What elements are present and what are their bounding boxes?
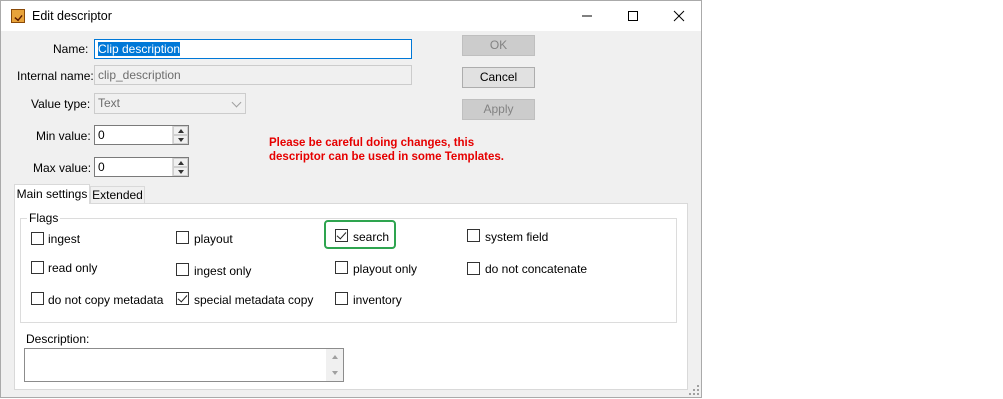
playout-only-label: playout only [353, 262, 418, 276]
minimize-button[interactable] [564, 1, 610, 31]
max-value-down-button[interactable] [173, 167, 188, 176]
max-value-up-button[interactable] [173, 158, 188, 167]
name-input[interactable]: Clip description [94, 39, 412, 59]
system-field-label: system field [485, 230, 549, 244]
min-value-stepper[interactable]: 0 [94, 125, 189, 145]
resize-grip-icon[interactable] [688, 384, 700, 396]
close-icon [673, 10, 685, 22]
scroll-up-icon [332, 355, 338, 359]
arrow-up-icon [178, 161, 184, 165]
special-metadata-copy-checkbox[interactable] [176, 292, 189, 305]
value-type-select[interactable]: Text [94, 93, 246, 114]
internal-name-input[interactable]: clip_description [94, 65, 412, 85]
minimize-icon [582, 15, 592, 17]
window-title: Edit descriptor [32, 9, 112, 23]
search-checkbox[interactable] [335, 229, 348, 242]
scroll-down-icon [332, 371, 338, 375]
tab-extended[interactable]: Extended [90, 186, 145, 204]
ingest-label: ingest [48, 232, 81, 246]
value-type-value: Text [98, 96, 121, 110]
do-not-copy-metadata-label: do not copy metadata [48, 293, 164, 307]
max-value-stepper[interactable]: 0 [94, 157, 189, 177]
chevron-down-icon [231, 97, 242, 108]
cancel-button[interactable]: Cancel [462, 67, 535, 88]
value-type-label: Value type: [31, 97, 91, 111]
close-button[interactable] [656, 1, 702, 31]
warning-line-2: descriptor can be used in some Templates… [269, 151, 504, 163]
do-not-copy-metadata-checkbox[interactable] [31, 292, 44, 305]
playout-checkbox[interactable] [176, 231, 189, 244]
playout-label: playout [194, 232, 233, 246]
ingest-only-label: ingest only [194, 264, 252, 278]
ok-button[interactable]: OK [462, 35, 535, 56]
max-value-label: Max value: [33, 161, 92, 175]
tab-main-settings[interactable]: Main settings [14, 184, 90, 204]
arrow-down-icon [178, 138, 184, 142]
name-label: Name: [53, 42, 89, 56]
arrow-down-icon [178, 170, 184, 174]
maximize-icon [628, 11, 638, 21]
inventory-label: inventory [353, 293, 402, 307]
min-value-value: 0 [98, 128, 105, 142]
name-input-value: Clip description [98, 42, 181, 56]
ingest-only-checkbox[interactable] [176, 263, 189, 276]
system-field-checkbox[interactable] [467, 229, 480, 242]
arrow-up-icon [178, 129, 184, 133]
ingest-checkbox[interactable] [31, 232, 44, 245]
apply-button[interactable]: Apply [462, 99, 535, 120]
internal-name-label: Internal name: [17, 69, 94, 83]
playout-only-checkbox[interactable] [335, 261, 348, 274]
description-scrollbar[interactable] [326, 349, 343, 381]
flags-group-label: Flags [27, 211, 61, 225]
do-not-concatenate-label: do not concatenate [485, 262, 588, 276]
title-bar[interactable]: Edit descriptor [1, 1, 701, 31]
maximize-button[interactable] [610, 1, 656, 31]
min-value-label: Min value: [36, 129, 91, 143]
inventory-checkbox[interactable] [335, 292, 348, 305]
do-not-concatenate-checkbox[interactable] [467, 262, 480, 275]
warning-line-1: Please be careful doing changes, this [269, 137, 475, 149]
warning-message: Please be careful doing changes, this de… [269, 136, 504, 164]
max-value-value: 0 [98, 160, 105, 174]
read-only-checkbox[interactable] [31, 261, 44, 274]
search-label: search [353, 230, 390, 244]
min-value-down-button[interactable] [173, 135, 188, 144]
description-textarea[interactable] [24, 348, 344, 382]
special-metadata-copy-label: special metadata copy [194, 293, 314, 307]
min-value-up-button[interactable] [173, 126, 188, 135]
read-only-label: read only [48, 261, 98, 275]
description-label: Description: [26, 332, 90, 346]
app-icon [11, 9, 25, 23]
